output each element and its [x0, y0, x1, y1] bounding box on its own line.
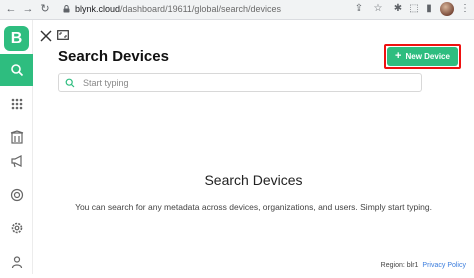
page-title: Search Devices — [58, 48, 169, 65]
sidebar-item-search[interactable] — [0, 54, 33, 86]
sidebar-item-support[interactable] — [0, 179, 33, 211]
url-path: /dashboard/19611/global/search/devices — [120, 4, 281, 14]
sidebar-item-announcements[interactable] — [0, 145, 33, 177]
sidebar-item-profile[interactable] — [0, 246, 33, 278]
search-box — [58, 73, 422, 92]
extension-icon[interactable]: ✱ — [392, 3, 404, 15]
lock-icon[interactable] — [63, 5, 70, 13]
app-sidebar: B — [0, 20, 33, 274]
browser-toolbar: ← → ↻ blynk.cloud/dashboard/19611/global… — [0, 0, 474, 20]
empty-state-description: You can search for any metadata across d… — [75, 202, 432, 212]
user-icon — [11, 256, 22, 269]
back-arrow-icon[interactable]: ← — [5, 3, 17, 15]
gear-icon — [11, 222, 22, 234]
expand-icon[interactable] — [57, 30, 69, 40]
menu-icon[interactable]: ⋮ — [459, 3, 471, 15]
privacy-policy-link[interactable]: Privacy Policy — [422, 262, 466, 269]
reload-icon[interactable]: ↻ — [39, 3, 51, 15]
share-icon[interactable]: ⇪ — [353, 3, 365, 15]
forward-arrow-icon[interactable]: → — [22, 3, 34, 15]
lifebuoy-icon — [10, 188, 23, 202]
search-icon — [10, 64, 23, 77]
building-icon — [10, 130, 23, 144]
plus-icon: + — [395, 50, 402, 62]
sidebar-item-settings[interactable] — [0, 212, 33, 244]
puzzle-icon[interactable]: ⬚ — [408, 3, 420, 15]
sidebar-item-apps[interactable] — [0, 88, 33, 120]
url-host: blynk.cloud — [75, 4, 121, 14]
megaphone-icon — [10, 155, 22, 168]
address-bar[interactable]: blynk.cloud/dashboard/19611/global/searc… — [75, 4, 281, 14]
empty-state-title: Search Devices — [204, 172, 303, 188]
footer: Region: blr1 Privacy Policy — [381, 262, 466, 269]
profile-avatar[interactable] — [440, 2, 454, 16]
region-label: Region: blr1 — [380, 262, 419, 269]
search-icon — [65, 78, 75, 88]
search-input[interactable] — [83, 75, 403, 90]
close-icon[interactable] — [40, 30, 52, 42]
new-device-label: New Device — [405, 52, 450, 61]
new-device-button[interactable]: + New Device — [387, 47, 458, 66]
sidebar-icon[interactable]: ▮ — [423, 3, 435, 15]
star-icon[interactable]: ☆ — [372, 3, 384, 15]
grid-icon — [11, 98, 22, 110]
blynk-logo[interactable]: B — [4, 26, 29, 51]
